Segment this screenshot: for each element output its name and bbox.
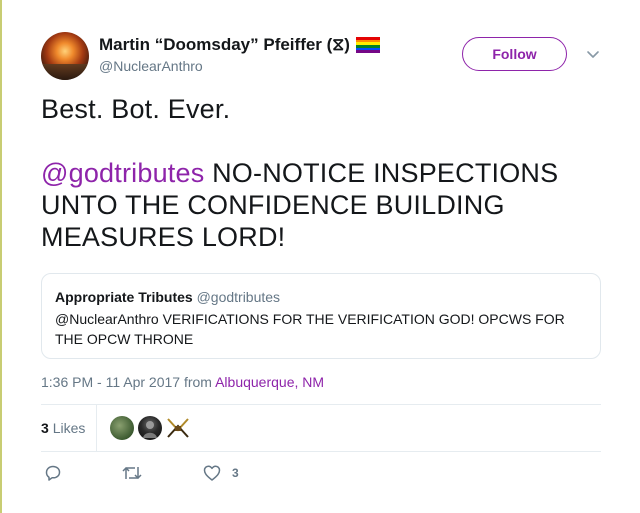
author-avatar[interactable] [41,32,89,80]
author-name-row[interactable]: Martin “Doomsday” Pfeiffer (⧖) [99,35,380,55]
tweet: Martin “Doomsday” Pfeiffer (⧖) @NuclearA… [0,0,640,513]
tweet-metadata: 1:36 PM - 11 Apr 2017 from Albuquerque, … [41,374,324,390]
reply-icon [45,465,61,481]
quoted-tweet-text: @NuclearAnthro VERIFICATIONS FOR THE VER… [55,311,565,347]
rainbow-flag-icon [355,37,380,53]
location-link[interactable]: Albuquerque, NM [215,374,324,390]
liker-avatar-emblem [167,418,189,438]
liker-avatar[interactable] [138,416,162,440]
likes-count: 3 [41,420,49,436]
tweet-text-line: Best. Bot. Ever. [41,94,231,124]
divider [41,451,601,452]
retweet-button[interactable] [121,462,143,484]
follow-button[interactable]: Follow [462,37,567,71]
likes-label: Likes [52,420,86,436]
quoted-author-handle: @godtributes [196,289,281,305]
likes-stat[interactable]: 3 Likes [41,420,85,436]
liker-avatars [110,416,190,440]
reply-button[interactable] [43,462,63,484]
liker-avatar[interactable] [166,416,190,440]
likes-row: 3 Likes [41,405,601,451]
divider [96,405,97,451]
like-button[interactable]: 3 [202,462,239,484]
retweet-icon [122,467,142,479]
author-handle[interactable]: @NuclearAnthro [99,58,203,74]
quoted-tweet[interactable]: Appropriate Tributes @godtributes @Nucle… [41,273,601,359]
timestamp[interactable]: 1:36 PM - 11 Apr 2017 [41,374,180,390]
like-count: 3 [232,466,239,480]
liker-avatar[interactable] [110,416,134,440]
heart-icon [203,465,221,481]
mention-link[interactable]: @godtributes [41,158,204,188]
chevron-down-icon[interactable] [585,46,601,62]
quoted-tweet-header: Appropriate Tributes @godtributes [55,288,587,306]
liker-avatar-figure [143,421,157,438]
quoted-author-name: Appropriate Tributes [55,289,193,305]
from-label: from [183,374,212,390]
author-display-name[interactable]: Martin “Doomsday” Pfeiffer (⧖) [99,35,350,55]
tweet-text-body: @godtributes NO-NOTICE INSPECTIONS UNTO … [41,157,611,253]
tweet-actions: 3 [41,462,341,486]
